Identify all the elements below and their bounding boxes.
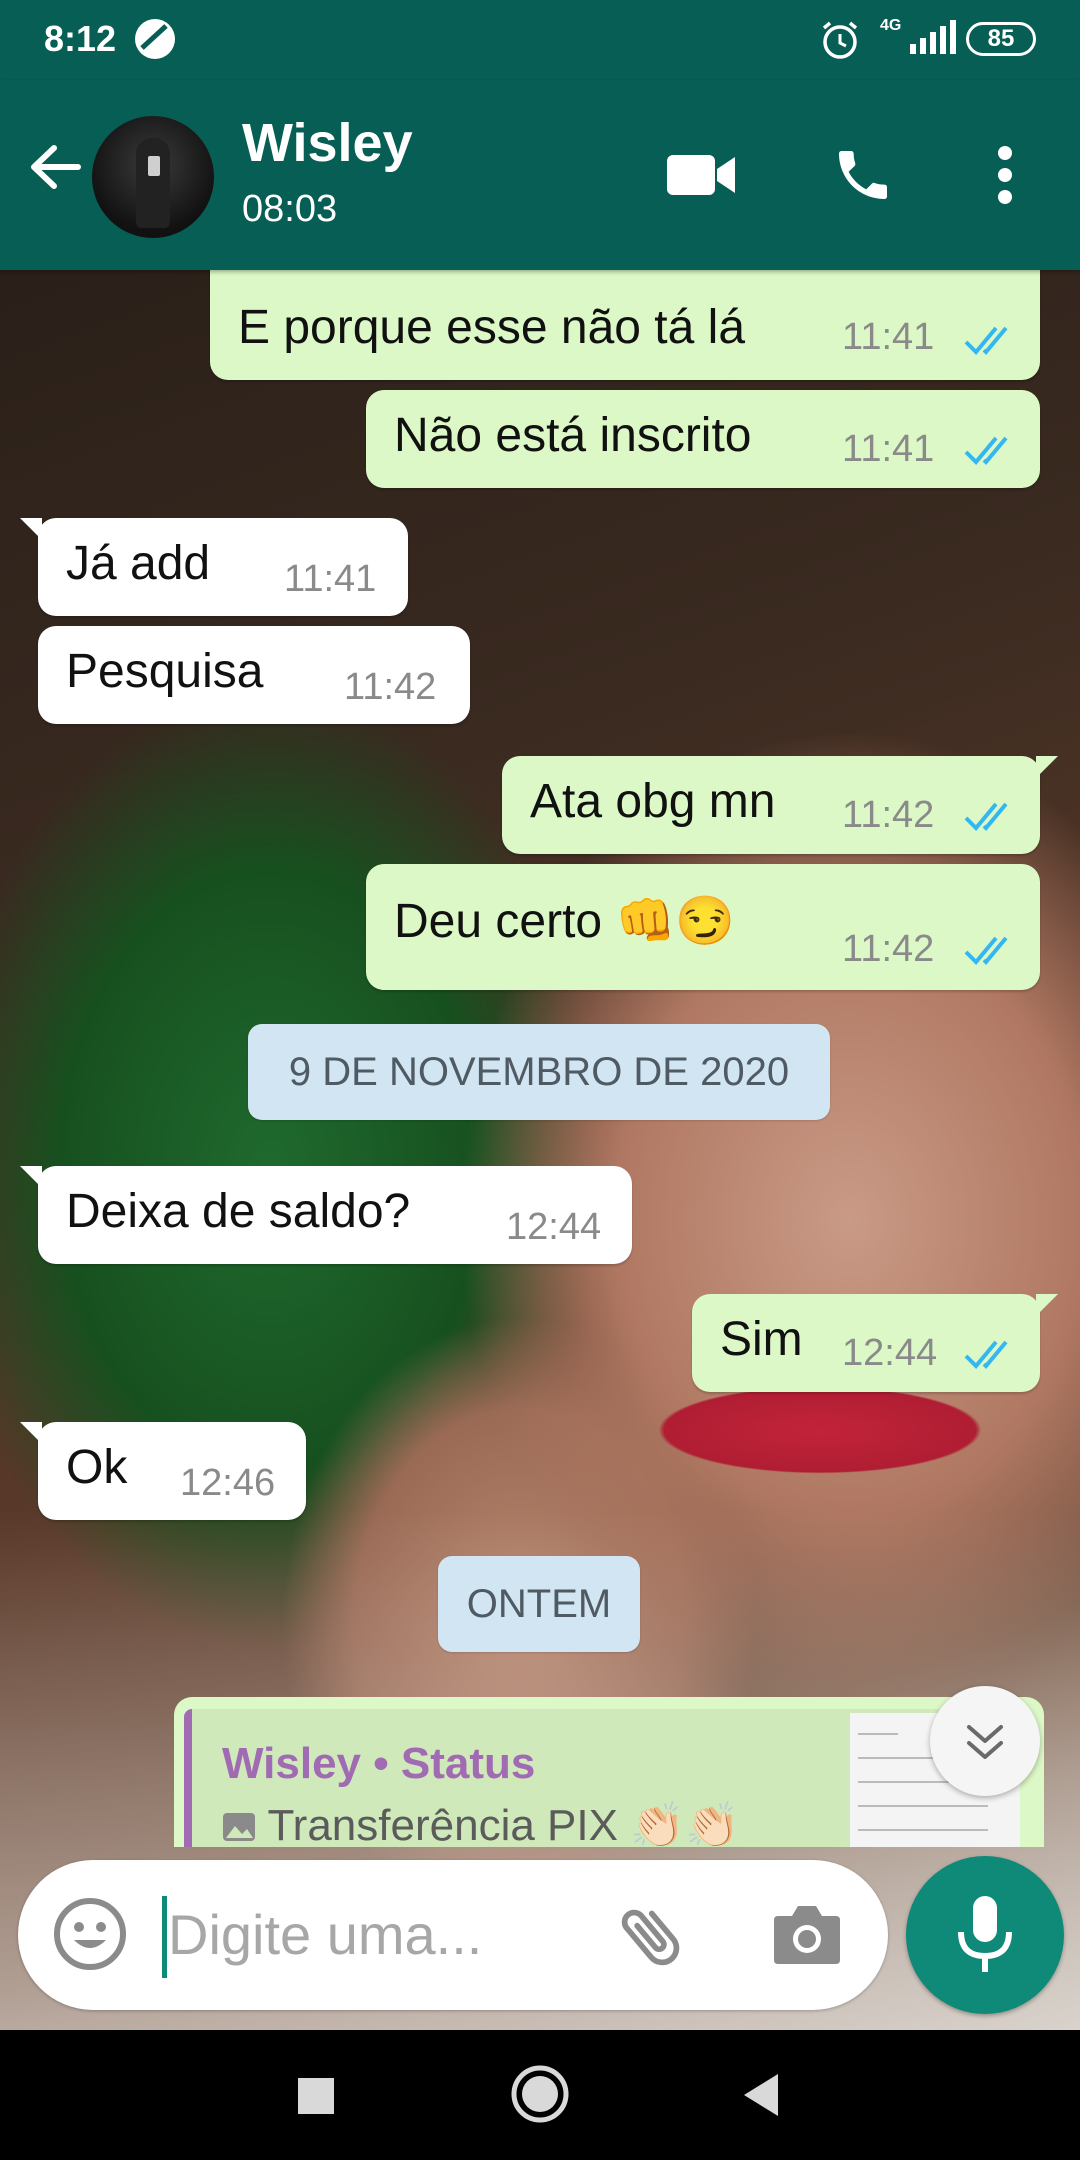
read-ticks-icon (964, 936, 1008, 965)
camera-icon[interactable] (770, 1900, 844, 1973)
read-ticks-icon (964, 1340, 1008, 1369)
quoted-author: Wisley • Status (222, 1739, 536, 1788)
message-text: Ok (66, 1441, 128, 1494)
voice-call-icon[interactable] (818, 130, 908, 220)
message-time: 12:44 (506, 1206, 602, 1248)
alarm-icon (818, 18, 862, 67)
status-bar: 8:12 4G 85 (0, 0, 1080, 80)
quoted-status-message[interactable]: Wisley • Status Transferência PIX 👏🏻👏🏻 (174, 1697, 1044, 1847)
quoted-text: Transferência PIX 👏🏻👏🏻 (222, 1799, 740, 1847)
message-outgoing[interactable]: Ata obg mn 11:42 (502, 756, 1058, 854)
message-text: Já add (66, 537, 211, 590)
contact-name[interactable]: Wisley (242, 112, 413, 174)
message-text: E porque esse não tá lá (238, 301, 746, 354)
message-outgoing[interactable]: Deu certo 👊😏 11:42 (366, 864, 1040, 990)
attach-icon[interactable] (614, 1898, 690, 1979)
message-incoming[interactable]: Já add 11:41 (20, 518, 408, 616)
read-ticks-icon (964, 326, 1008, 355)
message-incoming[interactable]: Deixa de saldo? 12:44 (20, 1166, 632, 1264)
message-text: Pesquisa (66, 645, 264, 698)
message-text: Ata obg mn (530, 775, 776, 828)
message-time: 12:44 (842, 1332, 938, 1374)
scroll-down-icon[interactable] (930, 1686, 1040, 1796)
chat-header: Wisley 08:03 (0, 80, 1080, 270)
emoji-icon[interactable] (52, 1896, 128, 1977)
message-input[interactable]: Digite uma... (168, 1902, 482, 1967)
message-text: Não está inscrito (394, 409, 752, 462)
quoted-caption: Transferência PIX 👏🏻👏🏻 (267, 1801, 740, 1847)
message-outgoing[interactable]: Sim 12:44 (692, 1294, 1058, 1392)
mic-icon[interactable] (906, 1856, 1064, 2014)
message-text: Sim (720, 1313, 803, 1366)
message-time: 11:42 (842, 928, 935, 970)
system-navigation-bar (0, 2030, 1080, 2160)
back-arrow-icon[interactable] (24, 136, 86, 203)
avatar[interactable] (92, 116, 214, 238)
last-seen: 08:03 (242, 188, 338, 230)
date-separator: ONTEM (438, 1556, 640, 1652)
message-incoming[interactable]: Ok 12:46 (20, 1422, 306, 1520)
more-menu-icon[interactable] (960, 130, 1050, 220)
back-nav-icon[interactable] (740, 2072, 780, 2123)
home-icon[interactable] (510, 2064, 570, 2129)
message-time: 12:46 (180, 1462, 276, 1504)
message-time: 11:42 (842, 794, 935, 836)
image-icon (223, 1813, 255, 1841)
read-ticks-icon (964, 802, 1008, 831)
message-text: Deu certo 👊😏 (394, 895, 735, 948)
message-composer[interactable]: Digite uma... (18, 1860, 888, 2010)
dnd-icon (132, 16, 178, 67)
text-cursor (162, 1896, 167, 1978)
recent-apps-icon[interactable] (296, 2076, 336, 2121)
date-separator: 9 DE NOVEMBRO DE 2020 (248, 1024, 830, 1120)
network-type: 4G (880, 17, 902, 34)
message-time: 11:41 (284, 558, 377, 600)
message-text: Deixa de saldo? (66, 1185, 411, 1238)
message-time: 11:41 (842, 316, 935, 358)
video-call-icon[interactable] (656, 130, 746, 220)
battery-level: 85 (966, 22, 1036, 56)
message-incoming[interactable]: Pesquisa 11:42 (38, 626, 470, 724)
message-time: 11:41 (842, 428, 935, 470)
message-outgoing[interactable]: Não está inscrito 11:41 (366, 390, 1040, 488)
read-ticks-icon (964, 436, 1008, 465)
signal-icon (908, 20, 958, 61)
status-time: 8:12 (44, 18, 117, 59)
message-time: 11:42 (344, 666, 437, 708)
